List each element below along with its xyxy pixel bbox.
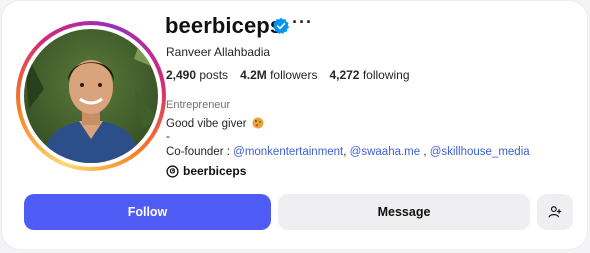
bio-text: Good vibe giver xyxy=(166,118,247,130)
username: beerbiceps xyxy=(165,13,283,38)
full-name: Ranveer Allahbadia xyxy=(166,45,271,59)
following-count: 4,272 xyxy=(329,68,360,82)
profile-stats: 2,490 posts 4.2M followers 4,272 followi… xyxy=(166,68,410,82)
following-stat[interactable]: 4,272 following xyxy=(329,68,409,82)
add-person-icon xyxy=(548,206,562,218)
message-button[interactable]: Message xyxy=(278,194,530,230)
verified-badge-icon xyxy=(272,17,290,35)
cookie-emoji-icon xyxy=(252,117,264,129)
avatar[interactable] xyxy=(24,29,158,163)
cofounder-prefix: Co-founder : xyxy=(166,146,230,158)
following-label: following xyxy=(362,68,410,82)
profile-card: beerbiceps ··· Ranveer Allahbadia 2,490 … xyxy=(2,1,587,249)
threads-icon xyxy=(166,164,179,178)
followers-label: followers xyxy=(270,68,318,82)
profile-category: Entrepreneur xyxy=(166,99,231,111)
posts-label: posts xyxy=(199,68,229,82)
suggest-accounts-button[interactable] xyxy=(537,194,573,230)
bio-line-1: Good vibe giver xyxy=(166,117,264,130)
threads-handle: beerbiceps xyxy=(183,164,247,178)
posts-count: 2,490 xyxy=(166,68,197,82)
mention-link[interactable]: @skillhouse_media xyxy=(430,146,530,158)
followers-count: 4.2M xyxy=(240,68,267,82)
bio-line-3: Co-founder : @monkentertainment, @swaaha… xyxy=(166,146,530,158)
threads-link[interactable]: beerbiceps xyxy=(166,164,246,178)
story-ring[interactable] xyxy=(16,21,166,171)
followers-stat[interactable]: 4.2M followers xyxy=(240,68,317,82)
mention-link[interactable]: @monkentertainment xyxy=(233,146,343,158)
follow-button[interactable]: Follow xyxy=(24,194,271,230)
posts-stat: 2,490 posts xyxy=(166,68,228,82)
bio-line-2: - xyxy=(166,131,170,143)
mention-link[interactable]: @swaaha.me xyxy=(350,146,420,158)
more-horizontal-icon[interactable]: ··· xyxy=(292,12,313,33)
